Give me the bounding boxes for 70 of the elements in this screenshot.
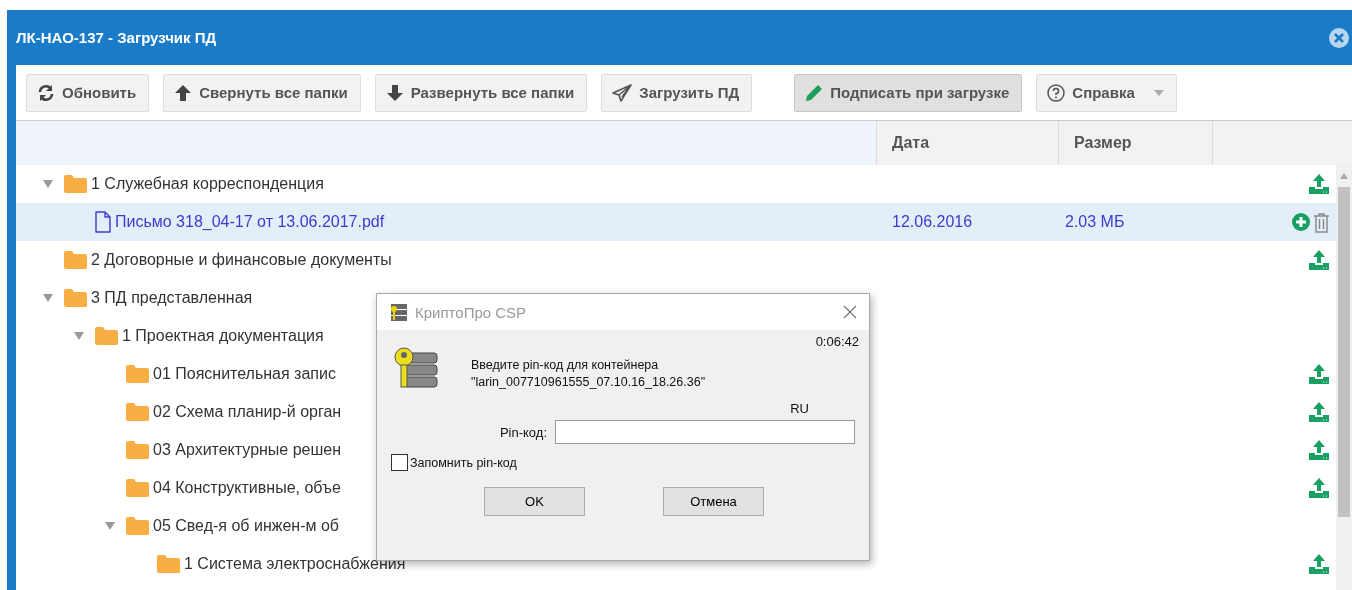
toolbar-button[interactable]: Справка	[1036, 73, 1177, 112]
folder-icon	[156, 554, 181, 574]
folder-icon	[125, 478, 150, 498]
checkbox-label: Запомнить pin-код	[410, 455, 517, 470]
upload-icon[interactable]	[1308, 363, 1330, 385]
refresh-icon	[37, 83, 55, 102]
scroll-up-icon[interactable]	[1340, 173, 1348, 179]
checkbox[interactable]	[391, 454, 408, 471]
dialog-button[interactable]: OK	[484, 487, 585, 516]
dialog-button[interactable]: Отмена	[663, 487, 764, 516]
paper-plane-icon	[612, 83, 633, 102]
expand-triangle-icon[interactable]	[74, 332, 84, 340]
tree-item-label[interactable]: 02 Схема планир-й орган	[153, 403, 342, 421]
upload-icon[interactable]	[1308, 401, 1330, 423]
folder-icon	[63, 288, 88, 308]
trash-icon[interactable]	[1313, 211, 1330, 233]
window-title: ЛК-НАО-137 - Загрузчик ПД	[16, 29, 217, 46]
language-indicator: RU	[789, 401, 810, 416]
upload-icon[interactable]	[1308, 439, 1330, 461]
column-header[interactable]: Дата	[876, 121, 1058, 165]
expand-triangle-icon[interactable]	[43, 294, 53, 302]
column-header[interactable]: Размер	[1058, 121, 1212, 165]
dialog-message: Введите pin-код для контейнера "larin_007710961555_07.10.16_18.26.36"	[471, 357, 706, 391]
toolbar-button[interactable]: Развернуть все папки	[374, 73, 588, 112]
toolbar-button[interactable]: Загрузить ПД	[601, 73, 753, 112]
scroll-thumb[interactable]	[1338, 187, 1350, 517]
folder-icon	[125, 440, 150, 460]
tree-item-label[interactable]: 03 Архитектурные решен	[153, 441, 342, 459]
tree-item-label[interactable]: 01 Пояснительная запис	[153, 365, 336, 383]
toolbar-button[interactable]: Обновить	[26, 73, 150, 112]
upload-icon[interactable]	[1308, 249, 1330, 271]
help-icon	[1047, 83, 1066, 102]
folder-icon	[125, 402, 150, 422]
expand-triangle-icon[interactable]	[105, 522, 115, 530]
tree-item-label[interactable]: 05 Свед-я об инжен-м об	[153, 517, 339, 535]
tree-item-label[interactable]: 04 Конструктивные, объе	[153, 479, 341, 497]
upload-icon[interactable]	[1308, 173, 1330, 195]
scrollbar[interactable]	[1336, 165, 1352, 590]
date-text: 12.06.2016	[892, 213, 973, 230]
toolbar-button[interactable]: Подписать при загрузке	[794, 73, 1023, 112]
size-text: 2.03 МБ	[1065, 213, 1125, 230]
tree-item-label[interactable]: 3 ПД представленная	[91, 289, 253, 307]
folder-icon	[94, 326, 119, 346]
folder-icon	[125, 516, 150, 536]
pencil-icon	[805, 83, 824, 102]
expand-triangle-icon[interactable]	[43, 180, 53, 188]
close-icon[interactable]	[843, 305, 857, 319]
upload-icon[interactable]	[1308, 477, 1330, 499]
tree-item-label[interactable]: 2 Договорные и финансовые документы	[91, 251, 392, 269]
tree-item-label[interactable]: 1 Служебная корреспонденция	[91, 175, 324, 193]
tree-item-label[interactable]: Письмо 318_04-17 от 13.06.2017.pdf	[115, 213, 385, 231]
arrow-up-icon	[174, 83, 193, 102]
file-icon	[94, 211, 112, 233]
folder-icon	[125, 364, 150, 384]
tree-item-label[interactable]: 1 Проектная документация	[122, 327, 324, 345]
upload-icon[interactable]	[1308, 553, 1330, 575]
server-icon	[389, 302, 409, 322]
folder-icon	[63, 250, 88, 270]
add-icon[interactable]	[1291, 212, 1311, 232]
dialog-title: КриптоПро CSP	[415, 303, 527, 321]
folder-icon	[63, 174, 88, 194]
timer-text: 0:06:42	[814, 334, 859, 349]
key-server-icon	[391, 345, 439, 391]
tree-item-label[interactable]: 1 Система электроснабжения	[184, 555, 406, 573]
field-label: Pin-код:	[499, 424, 547, 440]
selected-row[interactable]: Письмо 318_04-17 от 13.06.2017.pdf 12.06.2016 2.03 МБ	[16, 203, 1336, 241]
toolbar-button[interactable]: Свернуть все папки	[163, 73, 361, 112]
pin-input-field[interactable]	[555, 420, 855, 444]
close-icon[interactable]	[1328, 26, 1350, 49]
arrow-down-icon	[385, 83, 404, 102]
